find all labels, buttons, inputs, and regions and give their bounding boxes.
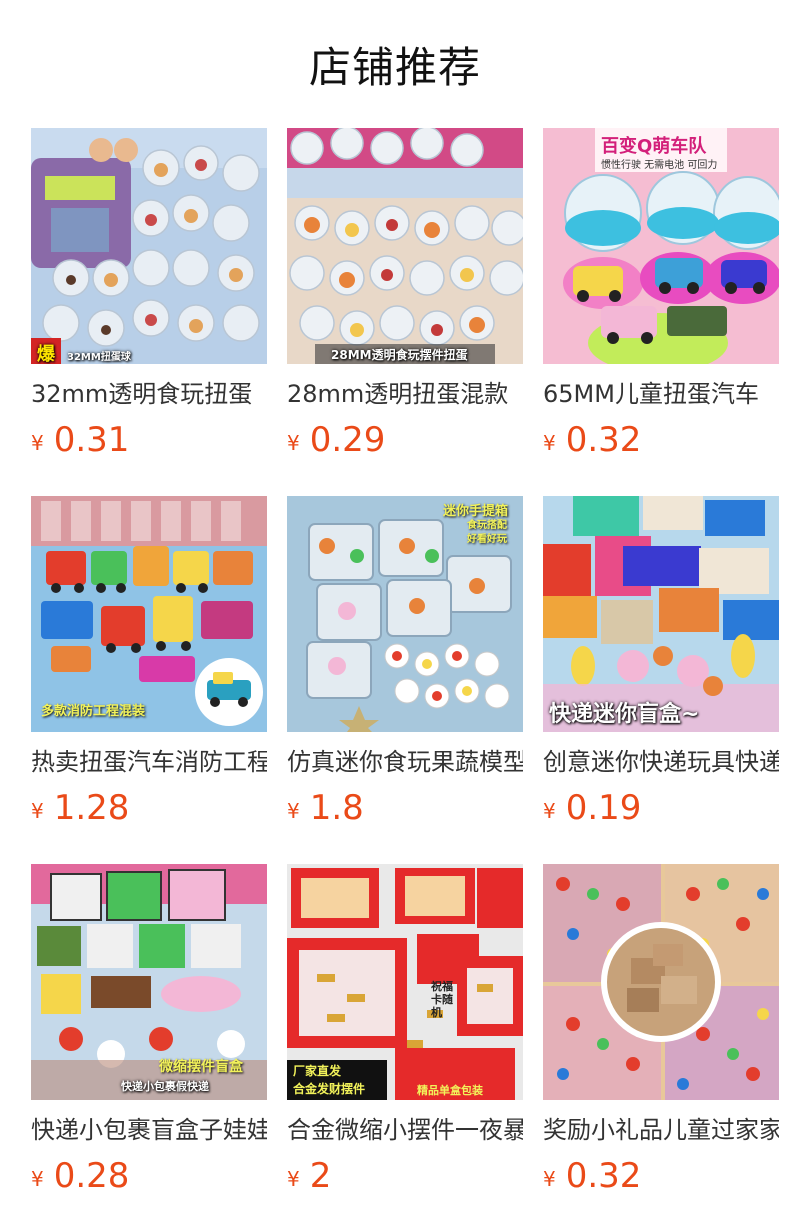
product-price: 0.32: [565, 420, 642, 460]
price-row: ¥ 1.8: [287, 788, 523, 828]
price-row: ¥ 0.28: [31, 1156, 267, 1196]
product-image[interactable]: 快递迷你盲盒~: [543, 496, 779, 732]
product-image[interactable]: 多款消防工程混装: [31, 496, 267, 732]
price-row: ¥ 0.31: [31, 420, 267, 460]
product-image[interactable]: 28MM透明食玩摆件扭蛋: [287, 128, 523, 364]
product-card[interactable]: 祝福卡随机 厂家直发 合金发财摆件 精品单盒包装 合金微缩小摆件一夜暴富 ¥ 2: [287, 864, 523, 1232]
currency-symbol: ¥: [543, 1167, 556, 1191]
product-price: 0.28: [53, 1156, 130, 1196]
product-card[interactable]: 28MM透明食玩摆件扭蛋 28mm透明扭蛋混款 ¥ 0.29: [287, 128, 523, 496]
product-card[interactable]: 迷你手提箱 食玩搭配 好看好玩 仿真迷你食玩果蔬模型 ¥ 1.8: [287, 496, 523, 864]
product-name[interactable]: 28mm透明扭蛋混款: [287, 380, 523, 408]
overlay-text: 精品单盒包装: [417, 1084, 483, 1097]
product-card[interactable]: 快递迷你盲盒~ 创意迷你快递玩具快递 ¥ 0.19: [543, 496, 779, 864]
product-name[interactable]: 合金微缩小摆件一夜暴富: [287, 1116, 523, 1144]
product-image[interactable]: 百变Q萌车队 惯性行驶 无需电池 可回力: [543, 128, 779, 364]
product-card[interactable]: 微缩摆件盲盒 快递小包裹假快递 快递小包裹盲盒子娃娃 ¥ 0.28: [31, 864, 267, 1232]
product-name[interactable]: 热卖扭蛋汽车消防工程: [31, 748, 267, 776]
product-image[interactable]: 迷你手提箱 食玩搭配 好看好玩: [287, 496, 523, 732]
product-price: 2: [309, 1156, 332, 1196]
currency-symbol: ¥: [287, 1167, 300, 1191]
overlay-text: 32MM扭蛋球: [67, 352, 131, 363]
overlay-text: 食玩搭配: [467, 520, 507, 531]
product-image[interactable]: 祝福卡随机 厂家直发 合金发财摆件 精品单盒包装: [287, 864, 523, 1100]
overlay-text: 好看好玩: [467, 534, 507, 545]
price-row: ¥ 0.32: [543, 1156, 779, 1196]
price-row: ¥ 0.32: [543, 420, 779, 460]
currency-symbol: ¥: [543, 431, 556, 455]
product-name[interactable]: 奖励小礼品儿童过家家: [543, 1116, 779, 1144]
overlay-text: 祝福卡随机: [431, 980, 453, 1019]
product-name[interactable]: 65MM儿童扭蛋汽车: [543, 380, 779, 408]
price-row: ¥ 0.29: [287, 420, 523, 460]
overlay-title: 微缩摆件盲盒: [159, 1059, 243, 1075]
product-card[interactable]: 爆 32MM扭蛋球 32mm透明食玩扭蛋 ¥ 0.31: [31, 128, 267, 496]
product-image[interactable]: 微缩摆件盲盒 快递小包裹假快递: [31, 864, 267, 1100]
overlay-text: 快递小包裹假快递: [121, 1080, 209, 1093]
product-name[interactable]: 32mm透明食玩扭蛋: [31, 380, 267, 408]
product-card[interactable]: 百变Q萌车队 惯性行驶 无需电池 可回力 65MM儿童扭蛋汽车 ¥ 0.32: [543, 128, 779, 496]
overlay-text: 惯性行驶 无需电池 可回力: [601, 160, 718, 171]
price-row: ¥ 1.28: [31, 788, 267, 828]
product-price: 0.32: [565, 1156, 642, 1196]
page-title: 店铺推荐: [308, 42, 481, 92]
product-image[interactable]: [543, 864, 779, 1100]
product-image[interactable]: 爆 32MM扭蛋球: [31, 128, 267, 364]
product-price: 0.29: [309, 420, 386, 460]
product-name[interactable]: 创意迷你快递玩具快递: [543, 748, 779, 776]
currency-symbol: ¥: [31, 431, 44, 455]
product-price: 1.28: [53, 788, 130, 828]
price-row: ¥ 2: [287, 1156, 523, 1196]
product-card[interactable]: 多款消防工程混装 热卖扭蛋汽车消防工程 ¥ 1.28: [31, 496, 267, 864]
overlay-title: 百变Q萌车队: [601, 136, 707, 157]
currency-symbol: ¥: [543, 799, 556, 823]
overlay-text: 多款消防工程混装: [41, 704, 146, 719]
currency-symbol: ¥: [31, 799, 44, 823]
product-name[interactable]: 快递小包裹盲盒子娃娃: [31, 1116, 267, 1144]
currency-symbol: ¥: [287, 431, 300, 455]
product-price: 0.19: [565, 788, 642, 828]
price-row: ¥ 0.19: [543, 788, 779, 828]
overlay-text: 厂家直发: [293, 1064, 342, 1078]
product-card[interactable]: 奖励小礼品儿童过家家 ¥ 0.32: [543, 864, 779, 1232]
product-grid: 爆 32MM扭蛋球 32mm透明食玩扭蛋 ¥ 0.31 28MM透明食玩摆件扭蛋…: [0, 128, 790, 1232]
product-price: 1.8: [309, 788, 364, 828]
badge-text: 爆: [37, 344, 55, 364]
currency-symbol: ¥: [31, 1167, 44, 1191]
overlay-text: 28MM透明食玩摆件扭蛋: [331, 348, 468, 362]
product-name[interactable]: 仿真迷你食玩果蔬模型: [287, 748, 523, 776]
product-price: 0.31: [53, 420, 130, 460]
overlay-text: 合金发财摆件: [293, 1082, 366, 1096]
currency-symbol: ¥: [287, 799, 300, 823]
overlay-title: 快递迷你盲盒~: [549, 702, 700, 727]
